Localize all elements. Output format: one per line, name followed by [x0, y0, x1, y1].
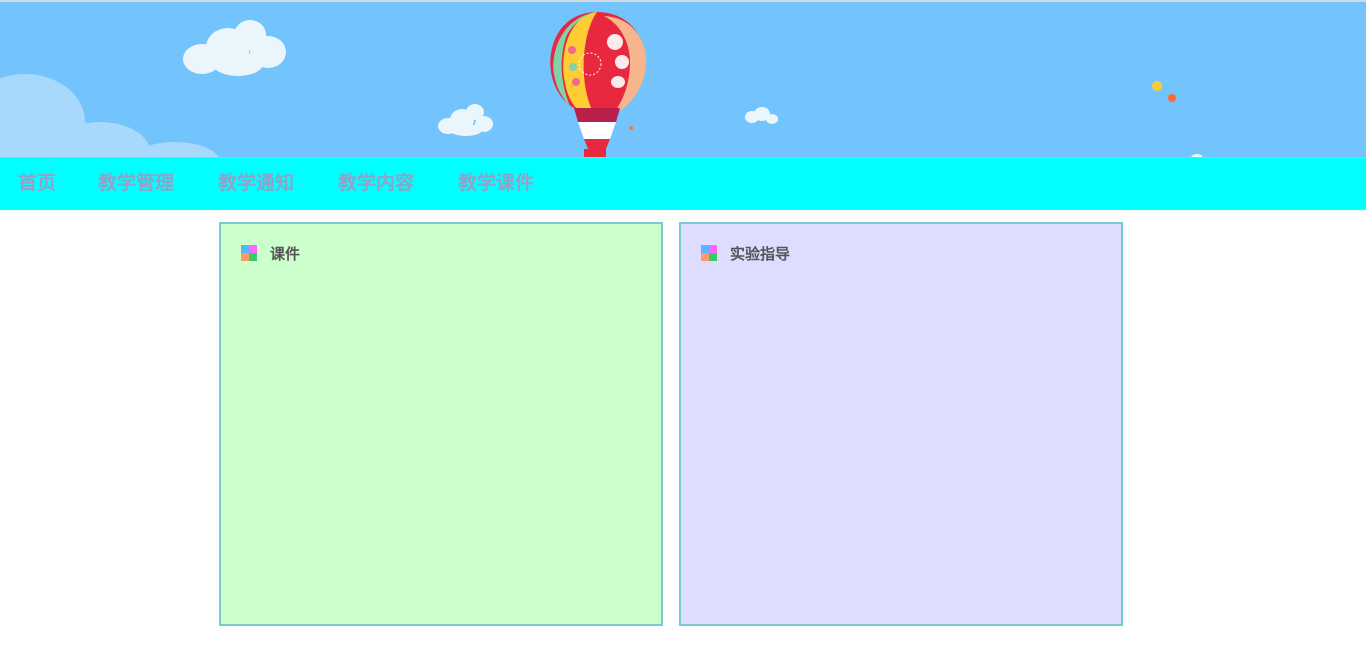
banner-illustration	[0, 12, 1203, 157]
lab-guide-panel: 实验指导	[679, 222, 1123, 626]
decor-dot-orange	[1168, 94, 1176, 102]
hot-air-balloon-icon	[550, 12, 646, 157]
header-banner	[0, 0, 1366, 157]
tiny-cloud-icon	[745, 107, 778, 124]
nav-item-home[interactable]: 首页	[18, 158, 56, 209]
nav-item-teaching-courseware[interactable]: 教学课件	[458, 158, 534, 209]
lab-guide-panel-title[interactable]: 实验指导	[730, 243, 790, 264]
small-cloud-icon	[438, 104, 493, 136]
background-cloud-left	[0, 74, 219, 157]
nav-item-teaching-notices[interactable]: 教学通知	[218, 158, 294, 209]
courseware-panel: 课件	[219, 222, 663, 626]
nav-item-teaching-management[interactable]: 教学管理	[98, 158, 174, 209]
decor-dot-yellow	[1152, 81, 1162, 91]
cloud-icon	[183, 20, 286, 76]
main-nav: 首页 教学管理 教学通知 教学内容 教学课件	[0, 157, 1366, 210]
courseware-panel-header: 课件	[241, 242, 300, 264]
lab-guide-panel-header: 实验指导	[701, 242, 790, 264]
four-color-grid-icon	[701, 245, 717, 261]
nav-item-teaching-content[interactable]: 教学内容	[338, 158, 414, 209]
four-color-grid-icon	[241, 245, 257, 261]
courseware-panel-title[interactable]: 课件	[270, 243, 300, 264]
